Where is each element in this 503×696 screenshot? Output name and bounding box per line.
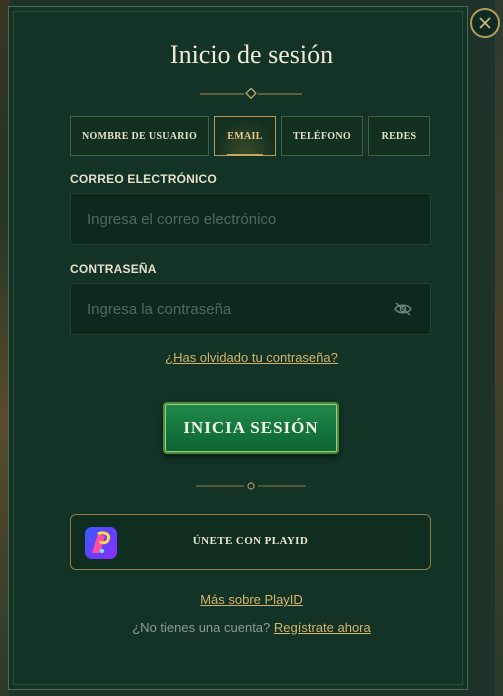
page-title: Inicio de sesión: [169, 40, 334, 69]
title-ornament-divider: [200, 88, 302, 100]
password-label: CONTRASEÑA: [70, 262, 157, 276]
signup-prompt: ¿No tienes una cuenta?: [132, 620, 271, 635]
tab-email[interactable]: EMAIL: [214, 116, 276, 156]
tab-label: EMAIL: [227, 130, 263, 142]
signup-link[interactable]: Regístrate ahora: [274, 620, 371, 635]
eye-off-icon[interactable]: [394, 301, 412, 317]
email-field[interactable]: [71, 194, 430, 244]
close-button[interactable]: [470, 8, 500, 38]
login-method-tabs: NOMBRE DE USUARIO EMAIL TELÉFONO REDES: [70, 116, 432, 156]
close-icon: [479, 17, 491, 29]
dialog-inner-border: [13, 11, 463, 685]
tab-label: TELÉFONO: [293, 130, 351, 142]
tab-username[interactable]: NOMBRE DE USUARIO: [70, 116, 209, 156]
sign-in-button[interactable]: INICIA SESIÓN: [163, 402, 339, 454]
tab-phone[interactable]: TELÉFONO: [281, 116, 363, 156]
login-dialog: [8, 6, 468, 690]
playid-label: ÚNETE CON PLAYID: [192, 535, 309, 547]
section-ornament-divider: [196, 482, 306, 490]
password-field[interactable]: [71, 284, 430, 334]
forgot-password-link[interactable]: ¿Has olvidado tu contraseña?: [0, 350, 503, 365]
more-about-playid-link[interactable]: Más sobre PlayID: [0, 592, 503, 607]
tab-label: NOMBRE DE USUARIO: [81, 130, 198, 142]
tab-social[interactable]: REDES: [368, 116, 430, 156]
email-field-container: [70, 193, 431, 245]
signup-row: ¿No tienes una cuenta? Regístrate ahora: [0, 620, 503, 635]
email-label: CORREO ELECTRÓNICO: [70, 172, 217, 186]
tab-label: REDES: [381, 130, 417, 142]
password-field-container: [70, 283, 431, 335]
join-with-playid-button[interactable]: ÚNETE CON PLAYID: [70, 514, 431, 570]
active-tab-indicator: [227, 154, 263, 156]
